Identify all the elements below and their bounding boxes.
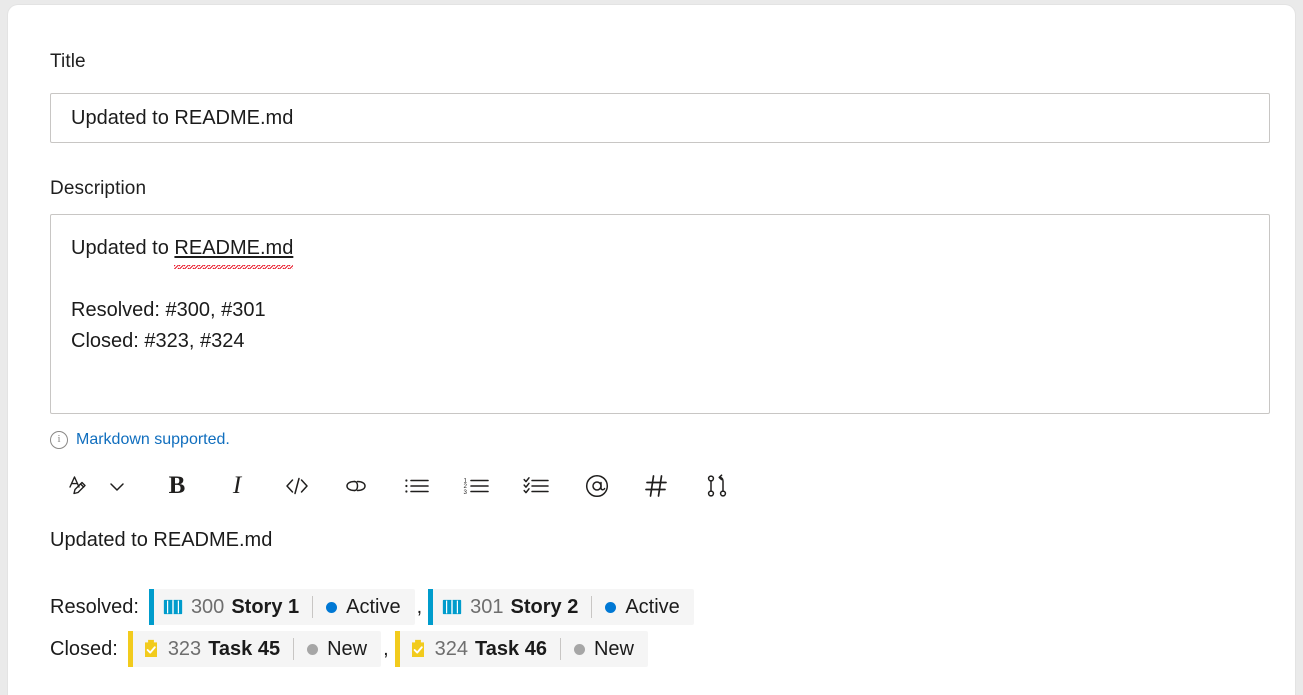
description-misspelled-word: README.md — [174, 233, 293, 269]
state-dot — [605, 601, 617, 613]
work-item-title: Task 45 — [208, 637, 281, 660]
work-item-accent-bar — [394, 631, 400, 667]
code-icon[interactable] — [278, 467, 316, 505]
work-item-accent-bar — [428, 589, 434, 625]
work-item-chip[interactable]: 301 Story 2 Active — [428, 589, 694, 625]
work-item-id: 300 — [190, 595, 225, 618]
checklist-icon[interactable] — [518, 467, 556, 505]
state-dot — [326, 601, 338, 613]
description-textarea[interactable]: Updated to README.md Resolved: #300, #30… — [50, 214, 1270, 414]
description-field-label: Description — [50, 178, 147, 199]
preview-row-resolved: Resolved: 300 Story 1 Active , 301 Story… — [50, 589, 694, 625]
markdown-editor-toolbar: B I 1 2 3 — [60, 463, 736, 509]
italic-icon[interactable]: I — [218, 467, 256, 505]
chip-separator: , — [383, 637, 389, 660]
work-item-accent-bar — [148, 589, 154, 625]
chip-divider — [293, 638, 295, 660]
bulleted-list-icon[interactable] — [398, 467, 436, 505]
work-item-id: 323 — [167, 637, 202, 660]
chip-divider — [591, 596, 593, 618]
pull-request-icon[interactable] — [698, 467, 736, 505]
work-item-form-panel: Title Description Updated to README.md R… — [8, 5, 1295, 695]
state-dot — [307, 643, 319, 655]
work-item-state: Active — [625, 595, 680, 618]
work-item-id: 301 — [470, 595, 504, 618]
work-item-chip[interactable]: 300 Story 1 Active — [148, 589, 415, 625]
story-book-icon — [163, 598, 183, 616]
work-item-id: 324 — [434, 637, 469, 660]
work-item-chip[interactable]: 324 Task 46 New — [394, 631, 648, 667]
chip-divider — [559, 638, 561, 660]
work-item-title: Story 1 — [231, 595, 300, 618]
text-style-icon[interactable] — [60, 467, 98, 505]
work-item-state: New — [593, 637, 634, 660]
chip-separator: , — [416, 595, 423, 618]
preview-heading: Updated to README.md — [50, 529, 273, 551]
chip-divider — [312, 596, 314, 618]
hashtag-icon[interactable] — [638, 467, 676, 505]
work-item-accent-bar — [127, 631, 133, 667]
bold-icon[interactable]: B — [158, 467, 196, 505]
work-item-title: Task 46 — [475, 637, 547, 660]
markdown-supported-label: Markdown supported. — [76, 431, 230, 448]
state-dot — [573, 643, 585, 655]
title-field-label: Title — [50, 51, 86, 72]
work-item-state: Active — [346, 595, 401, 618]
link-icon[interactable] — [338, 467, 376, 505]
work-item-chip[interactable]: 323 Task 45 New — [127, 631, 382, 667]
title-input[interactable] — [50, 93, 1270, 143]
preview-row-closed: Closed: 323 Task 45 New , 324 Task 46 Ne… — [50, 631, 648, 667]
row-label-closed: Closed: — [50, 637, 118, 660]
story-book-icon — [442, 598, 462, 616]
svg-text:3: 3 — [464, 489, 468, 496]
work-item-state: New — [327, 637, 368, 660]
description-line-prefix: Updated to — [71, 237, 175, 259]
chevron-down-icon[interactable] — [98, 467, 136, 505]
work-item-title: Story 2 — [510, 595, 579, 618]
task-clipboard-icon — [142, 639, 160, 659]
numbered-list-icon[interactable]: 1 2 3 — [458, 467, 496, 505]
markdown-supported-note: i Markdown supported. — [50, 431, 230, 449]
description-body: Resolved: #300, #301 Closed: #323, #324 — [71, 299, 266, 352]
row-label-resolved: Resolved: — [50, 595, 139, 618]
mention-icon[interactable] — [578, 467, 616, 505]
task-clipboard-icon — [409, 639, 427, 659]
info-circle-icon: i — [50, 431, 68, 449]
